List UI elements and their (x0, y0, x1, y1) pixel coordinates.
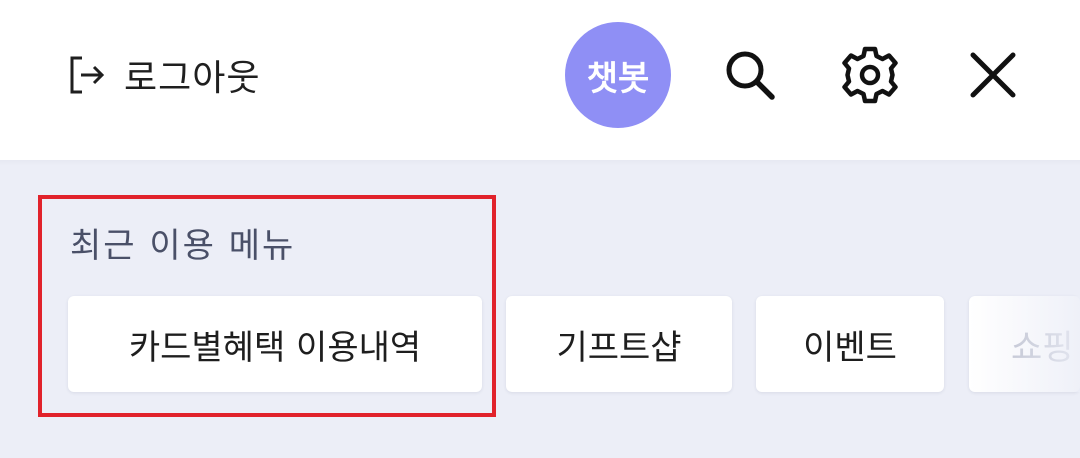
recent-menu-item-shopping[interactable]: 쇼핑 (969, 296, 1080, 392)
gear-icon (842, 46, 898, 104)
recent-menu-item-card-benefit-history[interactable]: 카드별혜택 이용내역 (68, 296, 482, 392)
close-icon (970, 52, 1016, 98)
search-button[interactable] (720, 45, 780, 105)
recent-menu-item-event[interactable]: 이벤트 (756, 296, 944, 392)
logout-icon (70, 56, 105, 94)
top-bar: 로그아웃 챗봇 (0, 0, 1080, 160)
search-icon (726, 51, 775, 100)
recent-menu-title: 최근 이용 메뉴 (70, 226, 296, 266)
settings-button[interactable] (840, 45, 900, 105)
recent-menu-list: 카드별혜택 이용내역 기프트샵 이벤트 쇼핑 (0, 296, 1080, 394)
chatbot-button[interactable]: 챗봇 (565, 22, 671, 128)
logout-button[interactable]: 로그아웃 (68, 50, 260, 100)
recent-menu-item-gift-shop[interactable]: 기프트샵 (506, 296, 732, 392)
close-button[interactable] (963, 45, 1023, 105)
logout-label: 로그아웃 (124, 58, 261, 99)
